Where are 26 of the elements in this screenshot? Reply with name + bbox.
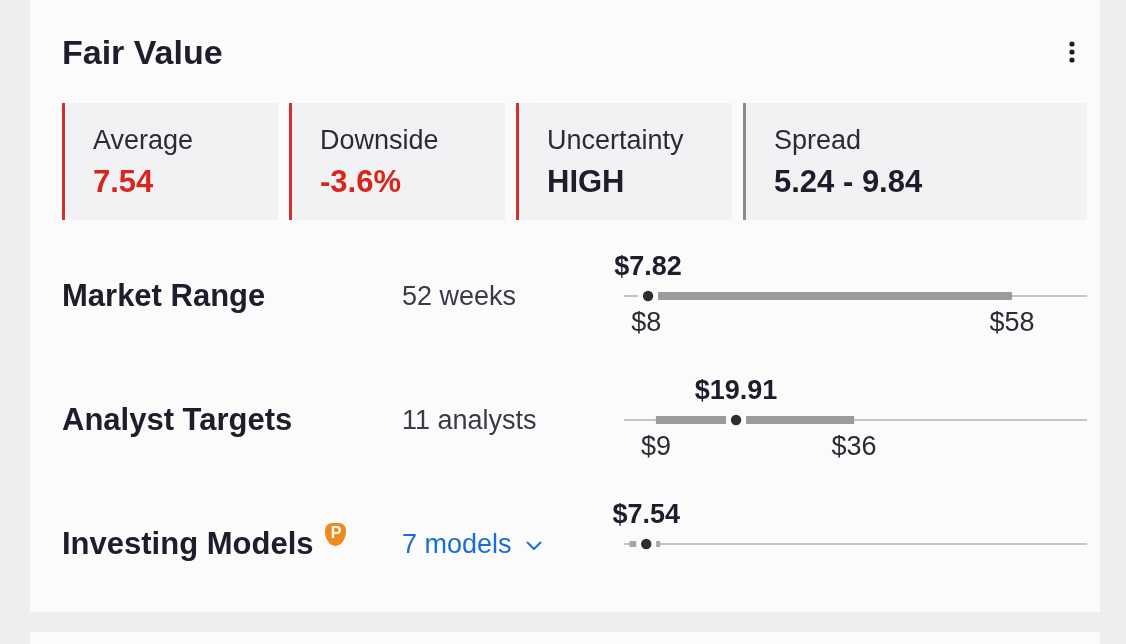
row-title: Analyst Targets xyxy=(62,402,293,438)
more-menu-icon[interactable] xyxy=(1069,41,1075,63)
metric-label: Uncertainty xyxy=(547,124,685,156)
metric-label: Spread xyxy=(774,124,863,156)
high-value: $36 xyxy=(831,431,877,461)
metric-value: 7.54 xyxy=(93,164,155,200)
metric-label: Average xyxy=(93,124,195,156)
row-title: Investing Models xyxy=(62,526,314,562)
metric-value: -3.6% xyxy=(320,164,402,200)
row-title: Market Range xyxy=(62,278,266,314)
metric-value: HIGH xyxy=(547,164,626,200)
low-value: $9 xyxy=(640,431,671,461)
models-dropdown[interactable]: 7 models xyxy=(402,528,542,560)
premium-badge: P xyxy=(325,523,347,546)
card-title: Fair Value xyxy=(62,32,223,72)
current-value: $7.82 xyxy=(614,251,682,281)
current-value: $7.54 xyxy=(612,499,680,529)
detail-text: 52 weeks xyxy=(402,280,517,312)
detail-text: 11 analysts xyxy=(402,404,537,436)
current-value: $19.91 xyxy=(694,375,778,405)
metric-value: 5.24 - 9.84 xyxy=(774,164,924,200)
chevron-down-icon xyxy=(525,541,542,551)
high-value: $58 xyxy=(989,307,1035,337)
metric-label: Downside xyxy=(320,124,440,156)
range-bar xyxy=(655,416,727,424)
low-value: $8 xyxy=(631,307,662,337)
